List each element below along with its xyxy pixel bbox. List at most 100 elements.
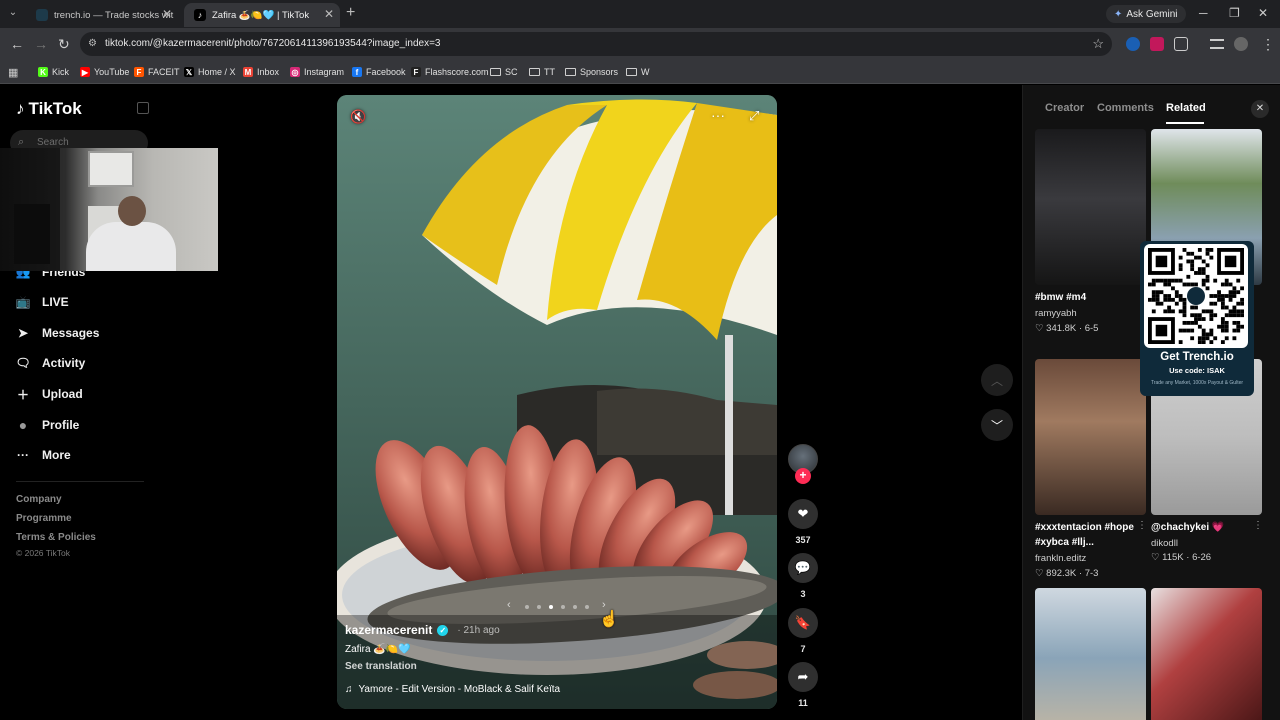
tiktok-logo[interactable]: ♪ TikTok xyxy=(16,99,82,119)
author-name[interactable]: kazermacerenit xyxy=(345,623,432,637)
bookmark-tt[interactable]: TT xyxy=(529,64,555,80)
tab-comments[interactable]: Comments xyxy=(1097,102,1154,114)
related-video-title[interactable]: @chachykei 💗 xyxy=(1151,520,1255,535)
related-video-title[interactable]: #bmw #m4 xyxy=(1035,290,1139,305)
music-track[interactable]: ♫ Yamore - Edit Version - MoBlack & Sali… xyxy=(345,684,765,695)
related-video-thumbnail[interactable] xyxy=(1151,588,1262,720)
bookmark-faceit[interactable]: F FACEIT xyxy=(134,64,180,80)
bookmark-instagram[interactable]: ◎ Instagram xyxy=(290,64,344,80)
bookmark-home-x[interactable]: 𝕏 Home / X xyxy=(184,64,236,80)
url-text[interactable]: tiktok.com/@kazermacerenit/photo/7672061… xyxy=(105,38,440,49)
more-options-icon[interactable]: ⋮ xyxy=(1253,520,1263,531)
browser-tab-trench[interactable]: trench.io — Trade stocks with a ✕ xyxy=(26,3,178,27)
related-video-stats: ♡ 115K · 6-26 xyxy=(1151,552,1211,563)
like-button[interactable]: ❤ xyxy=(788,499,818,529)
bookmark-star-icon[interactable]: ☆ xyxy=(1092,36,1104,52)
more-options-icon[interactable]: ⋮ xyxy=(1137,520,1147,531)
address-bar[interactable]: ⚙ tiktok.com/@kazermacerenit/photo/76720… xyxy=(80,32,1112,56)
more-options-icon[interactable]: ··· xyxy=(711,107,725,123)
browser-tab-tiktok[interactable]: ♪ Zafira 🍝🍋🩵 | TikTok ✕ xyxy=(184,3,340,27)
copyright-text: © 2026 TikTok xyxy=(16,548,70,558)
related-video-author[interactable]: frankln.editz xyxy=(1035,553,1086,564)
ask-gemini-button[interactable]: ✦ Ask Gemini xyxy=(1106,5,1186,23)
comment-count: 3 xyxy=(800,589,806,599)
mute-icon[interactable]: 🔇 xyxy=(350,109,366,125)
post-photo xyxy=(337,95,777,709)
qr-ad-code: Use code: ISAK xyxy=(1169,366,1225,375)
related-video-thumbnail[interactable] xyxy=(1035,588,1146,720)
related-video-title[interactable]: #xxxtentacion #hope #xybca #llj... xyxy=(1035,520,1139,550)
sidebar-item-more[interactable]: ··· More xyxy=(16,448,71,462)
related-video-author[interactable]: dikodll xyxy=(1151,538,1178,549)
slide-dot[interactable] xyxy=(537,605,541,609)
browser-menu-icon[interactable]: ⋮ xyxy=(1261,36,1275,52)
share-button[interactable]: ➦ xyxy=(788,662,818,692)
new-tab-button[interactable]: + xyxy=(346,4,355,22)
trench-qr-ad[interactable]: Get Trench.io Use code: ISAK Trade any M… xyxy=(1140,241,1254,396)
sidebar-item-profile[interactable]: ● Profile xyxy=(16,417,80,433)
slide-dot[interactable] xyxy=(525,605,529,609)
browser-toolbar: ← → ↻ ⚙ tiktok.com/@kazermacerenit/photo… xyxy=(0,28,1280,60)
extension-icon[interactable] xyxy=(1126,37,1140,51)
extension-shield-icon[interactable] xyxy=(1150,37,1164,51)
bookmark-youtube[interactable]: ▶ YouTube xyxy=(80,64,129,80)
related-video-thumbnail[interactable] xyxy=(1035,129,1146,285)
sidebar-item-upload[interactable]: ＋ Upload xyxy=(16,387,83,402)
bookmark-w[interactable]: W xyxy=(626,64,650,80)
footer-link-company[interactable]: Company xyxy=(16,494,62,505)
bookmark-inbox[interactable]: M Inbox xyxy=(243,64,279,80)
bookmark-label: FACEIT xyxy=(148,67,180,77)
maximize-icon[interactable]: ❐ xyxy=(1229,6,1240,20)
slide-dot[interactable] xyxy=(549,605,553,609)
related-video-author[interactable]: ramyyabh xyxy=(1035,308,1077,319)
profile-avatar-icon[interactable] xyxy=(1234,37,1248,51)
sidebar-item-activity[interactable]: 🗨 Activity xyxy=(15,356,85,370)
media-controls-icon[interactable] xyxy=(1210,39,1224,49)
close-panel-icon[interactable]: ✕ xyxy=(1251,100,1269,118)
see-translation-link[interactable]: See translation xyxy=(345,661,765,672)
save-button[interactable]: 🔖 xyxy=(788,608,818,638)
bookmark-sponsors[interactable]: Sponsors xyxy=(565,64,618,80)
follow-plus-icon[interactable]: + xyxy=(795,468,811,484)
related-video-thumbnail[interactable] xyxy=(1035,359,1146,515)
inbox-icon: M xyxy=(243,67,253,77)
comment-button[interactable]: 💬 xyxy=(788,553,818,583)
footer-link-programme[interactable]: Programme xyxy=(16,513,72,524)
footer-link-terms[interactable]: Terms & Policies xyxy=(16,532,96,543)
heart-outline-icon: ♡ xyxy=(1151,552,1163,563)
close-tab-icon[interactable]: ✕ xyxy=(162,7,172,21)
slide-dot[interactable] xyxy=(561,605,565,609)
sidebar-item-live[interactable]: 📺 LIVE xyxy=(16,295,69,309)
tab-creator[interactable]: Creator xyxy=(1045,102,1084,114)
collapse-sidebar-icon[interactable] xyxy=(137,102,149,114)
next-post-button[interactable]: ﹀ xyxy=(981,409,1013,441)
bookmark-kick[interactable]: K Kick xyxy=(38,64,69,80)
close-window-icon[interactable]: ✕ xyxy=(1258,6,1268,20)
apps-grid-icon[interactable]: ▦ xyxy=(8,64,18,80)
bookmark-sc[interactable]: SC xyxy=(490,64,518,80)
sidebar-item-messages[interactable]: ➤ Messages xyxy=(16,326,99,340)
chevron-down-icon: ﹀ xyxy=(990,418,1003,433)
minimize-icon[interactable]: ─ xyxy=(1199,6,1208,20)
previous-post-button[interactable]: ︿ xyxy=(981,364,1013,396)
site-info-icon[interactable]: ⚙ xyxy=(88,38,97,49)
ask-gemini-label: Ask Gemini xyxy=(1126,8,1178,20)
logo-text: TikTok xyxy=(28,99,82,118)
like-count: 357 xyxy=(795,535,811,545)
fullscreen-icon[interactable]: ⤢ xyxy=(749,108,759,124)
tab-related[interactable]: Related xyxy=(1166,102,1206,114)
extensions-puzzle-icon[interactable] xyxy=(1174,37,1188,51)
back-icon[interactable]: ← xyxy=(10,36,24,52)
slide-dot[interactable] xyxy=(573,605,577,609)
tiktok-sidebar: ♪ TikTok ⌕ Search 👥 Friends 📺 LIVE ➤ Messages… xyxy=(0,85,240,720)
photo-post[interactable]: 🔇 ··· ⤢ ‹ › kazermacerenit ✓ · 21h ago Z… xyxy=(337,95,777,709)
forward-icon[interactable]: → xyxy=(34,36,48,52)
bookmark-facebook[interactable]: f Facebook xyxy=(352,64,406,80)
comment-icon: 💬 xyxy=(794,560,812,575)
reload-icon[interactable]: ↻ xyxy=(58,36,70,52)
music-title: Yamore - Edit Version - MoBlack & Salif … xyxy=(358,684,561,695)
close-tab-icon[interactable]: ✕ xyxy=(324,7,334,21)
tab-search-chevron-icon[interactable]: ⌄ xyxy=(6,6,20,20)
bookmark-flashscore-com[interactable]: F Flashscore.com xyxy=(411,64,489,80)
slide-dot[interactable] xyxy=(585,605,589,609)
